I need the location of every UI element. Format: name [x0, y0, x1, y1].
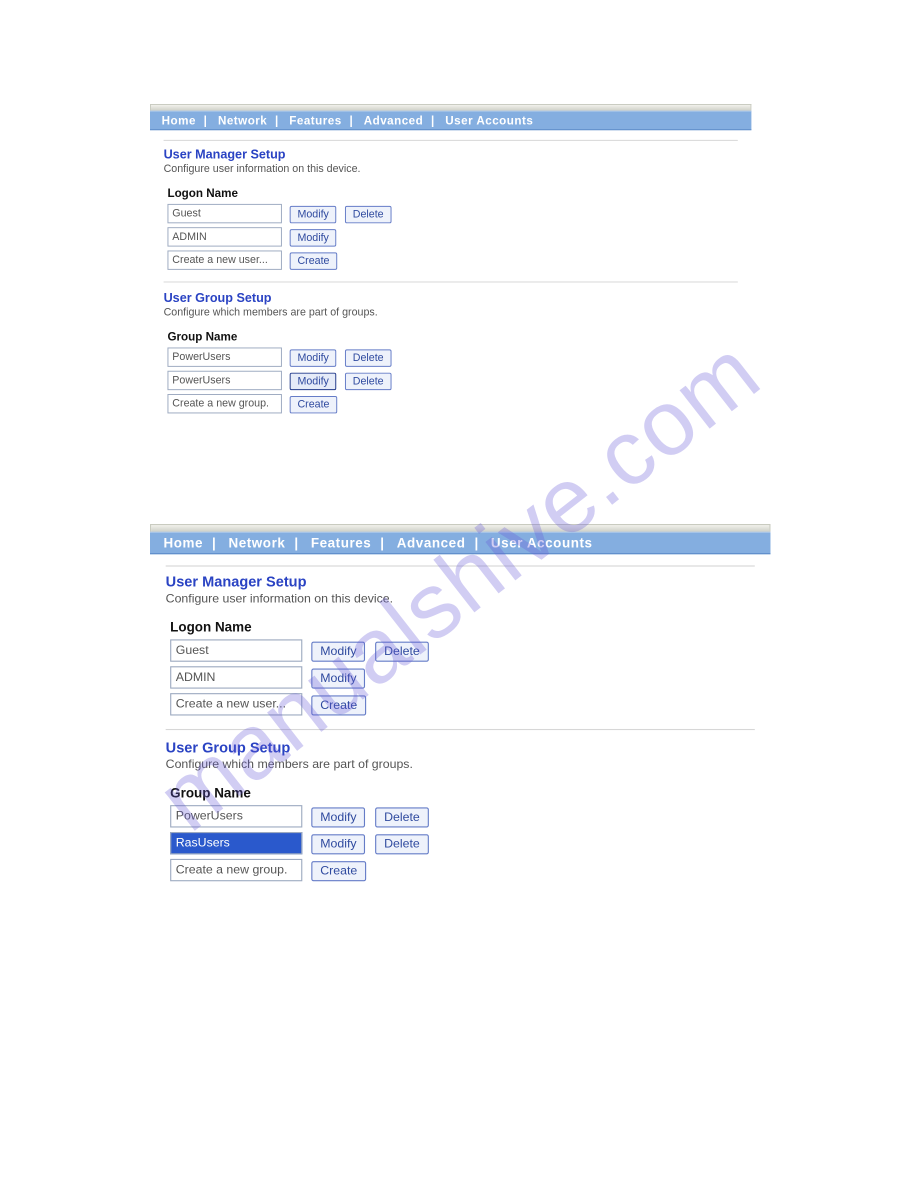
delete-button[interactable]: Delete — [345, 349, 391, 366]
user-name-field[interactable] — [167, 204, 281, 223]
group-row: Create — [164, 392, 396, 415]
user-name-field[interactable] — [167, 227, 281, 246]
users-table: Logon Name Modify Delete Modify Create — [164, 185, 396, 272]
nav-advanced[interactable]: Advanced — [364, 114, 424, 128]
window-titlebar — [150, 524, 770, 532]
user-row: Create — [166, 691, 433, 718]
nav-features[interactable]: Features — [311, 535, 372, 551]
user-group-subtitle: Configure which members are part of grou… — [164, 307, 738, 319]
delete-button[interactable]: Delete — [375, 807, 429, 827]
modify-button[interactable]: Modify — [311, 668, 365, 688]
user-manager-title: User Manager Setup — [164, 147, 738, 162]
create-button[interactable]: Create — [311, 695, 366, 715]
modify-button[interactable]: Modify — [290, 349, 337, 366]
group-row: Create — [166, 857, 433, 884]
user-group-title: User Group Setup — [166, 739, 755, 756]
delete-button[interactable]: Delete — [375, 641, 429, 661]
nav-bar: Home| Network| Features| Advanced| User … — [150, 532, 770, 554]
delete-button[interactable]: Delete — [375, 834, 429, 854]
nav-network[interactable]: Network — [228, 535, 285, 551]
user-row: Modify — [166, 664, 433, 691]
nav-bar: Home| Network| Features| Advanced| User … — [150, 111, 751, 130]
group-name-field[interactable] — [170, 805, 302, 827]
group-row: Modify Delete — [166, 803, 433, 830]
delete-button[interactable]: Delete — [345, 205, 391, 222]
nav-features[interactable]: Features — [289, 114, 341, 128]
groups-table: Group Name Modify Delete Modify Delete C… — [166, 783, 433, 884]
user-name-field[interactable] — [170, 639, 302, 661]
user-row: Create — [164, 249, 396, 272]
group-row: Modify Delete — [164, 346, 396, 369]
group-name-field[interactable] — [167, 371, 281, 390]
group-name-field[interactable] — [167, 394, 281, 413]
user-name-field[interactable] — [170, 666, 302, 688]
create-button[interactable]: Create — [290, 252, 338, 269]
panel-screenshot-b: Home| Network| Features| Advanced| User … — [150, 524, 770, 884]
user-row: Modify Delete — [166, 637, 433, 664]
modify-button[interactable]: Modify — [311, 807, 365, 827]
divider — [164, 282, 738, 283]
create-button[interactable]: Create — [290, 395, 338, 412]
user-manager-subtitle: Configure user information on this devic… — [164, 163, 738, 175]
modify-button[interactable]: Modify — [311, 834, 365, 854]
users-table: Logon Name Modify Delete Modify Create — [166, 617, 433, 718]
users-col-header: Logon Name — [166, 617, 307, 637]
window-titlebar — [150, 104, 751, 111]
group-row: Modify Delete — [166, 830, 433, 857]
groups-col-header: Group Name — [164, 328, 286, 345]
modify-button[interactable]: Modify — [290, 372, 337, 389]
group-name-field[interactable] — [170, 859, 302, 881]
modify-button[interactable]: Modify — [290, 229, 337, 246]
nav-network[interactable]: Network — [218, 114, 267, 128]
group-row: Modify Delete — [164, 369, 396, 392]
user-manager-title: User Manager Setup — [166, 573, 755, 590]
divider — [164, 140, 738, 141]
user-manager-subtitle: Configure user information on this devic… — [166, 592, 755, 605]
nav-home[interactable]: Home — [163, 535, 203, 551]
panel-screenshot-a: Home| Network| Features| Advanced| User … — [150, 104, 770, 434]
nav-user-accounts[interactable]: User Accounts — [491, 535, 593, 551]
modify-button[interactable]: Modify — [311, 641, 365, 661]
user-row: Modify Delete — [164, 202, 396, 225]
group-name-field[interactable] — [167, 347, 281, 366]
divider — [166, 565, 755, 566]
user-name-field[interactable] — [170, 693, 302, 715]
user-group-subtitle: Configure which members are part of grou… — [166, 758, 755, 771]
nav-user-accounts[interactable]: User Accounts — [445, 114, 533, 128]
users-col-header: Logon Name — [164, 185, 286, 202]
groups-col-header: Group Name — [166, 783, 307, 803]
create-button[interactable]: Create — [311, 861, 366, 881]
page: manualshive.com Home| Network| Features|… — [0, 0, 918, 1188]
user-name-field[interactable] — [167, 250, 281, 269]
groups-table: Group Name Modify Delete Modify Delete C… — [164, 328, 396, 415]
group-name-field[interactable] — [170, 832, 302, 854]
nav-advanced[interactable]: Advanced — [397, 535, 466, 551]
user-row: Modify — [164, 225, 396, 248]
delete-button[interactable]: Delete — [345, 372, 391, 389]
divider — [166, 729, 755, 730]
user-group-title: User Group Setup — [164, 290, 738, 305]
modify-button[interactable]: Modify — [290, 205, 337, 222]
nav-home[interactable]: Home — [162, 114, 196, 128]
